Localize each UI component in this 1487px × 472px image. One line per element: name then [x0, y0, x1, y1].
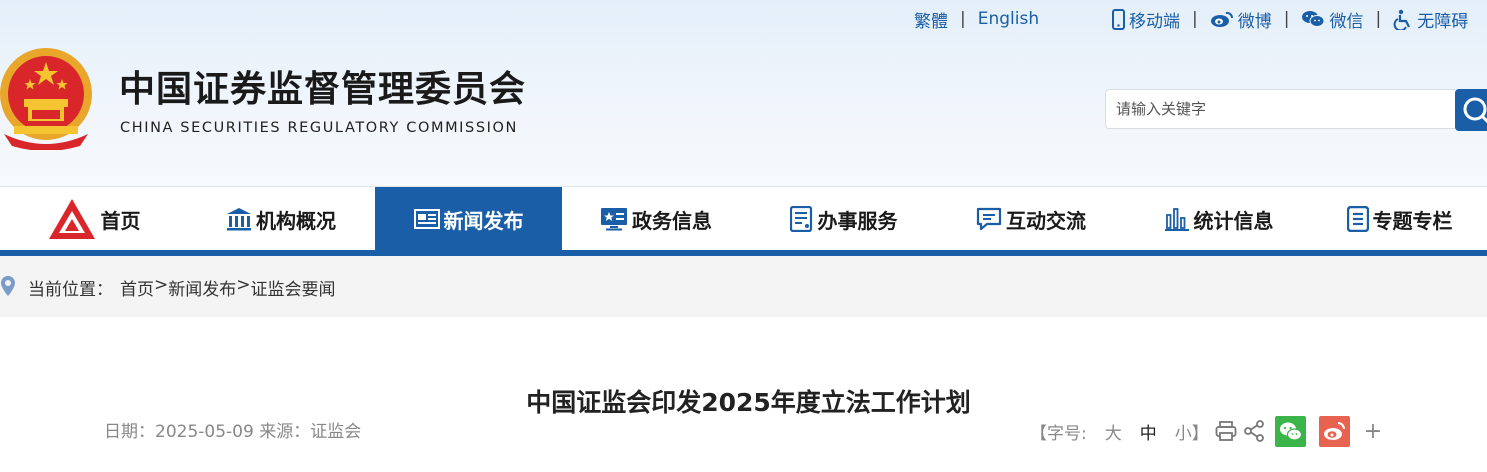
- mobile-label: 移动端: [1129, 11, 1180, 32]
- bar-chart-icon: [1164, 207, 1190, 231]
- breadcrumb-path: 首页 > 新闻发布 > 证监会要闻: [120, 275, 336, 300]
- breadcrumb-separator: >: [236, 275, 251, 295]
- share-weibo-button[interactable]: [1318, 415, 1350, 447]
- accessibility-label: 无障碍: [1417, 11, 1469, 32]
- nav-item-topics[interactable]: 专题专栏: [1312, 187, 1487, 251]
- font-size-open: 【字号:: [1030, 423, 1087, 444]
- breadcrumb: 当前位置： 首页 > 新闻发布 > 证监会要闻: [0, 256, 1487, 317]
- separator: |: [1192, 9, 1198, 29]
- nav-label: 首页: [100, 208, 141, 233]
- newspaper-icon: [413, 208, 440, 230]
- csrc-logo-icon: [47, 197, 97, 241]
- nav-item-gov-info[interactable]: 政务信息: [562, 187, 750, 251]
- nav-item-about[interactable]: 机构概况: [187, 187, 375, 251]
- location-pin-icon: [1, 276, 15, 296]
- weibo-share-icon: [1318, 415, 1350, 447]
- nav-label: 新闻发布: [443, 208, 524, 233]
- search-button[interactable]: [1455, 89, 1487, 131]
- wechat-icon: [1302, 11, 1325, 27]
- breadcrumb-item-news[interactable]: 新闻发布: [168, 275, 236, 300]
- search-icon: [1463, 97, 1487, 124]
- breadcrumb-label: 当前位置：: [28, 280, 113, 300]
- share-button[interactable]: [1243, 420, 1265, 442]
- accessibility-link[interactable]: 无障碍: [1393, 7, 1468, 32]
- print-button[interactable]: [1215, 420, 1237, 442]
- traditional-chinese-link[interactable]: 繁體: [914, 7, 948, 32]
- separator: |: [1283, 9, 1290, 29]
- nav-item-statistics[interactable]: 统计信息: [1125, 187, 1312, 251]
- nav-label: 统计信息: [1193, 208, 1274, 233]
- nav-item-home[interactable]: 首页: [0, 187, 187, 251]
- article-tools: 【字号: 大 中 小 】 +: [1030, 414, 1382, 448]
- mobile-icon: [1112, 8, 1125, 30]
- nav-label: 办事服务: [817, 208, 898, 233]
- nav-label: 互动交流: [1006, 208, 1086, 233]
- font-size-medium[interactable]: 中: [1140, 419, 1157, 444]
- article-date: 2025-05-09: [155, 422, 254, 442]
- site-header: 繁體 | English 移动端 | 微博 | 微信 | 无障碍 中国证券监督管…: [0, 0, 1487, 186]
- building-icon: [226, 207, 252, 231]
- print-icon: [1215, 421, 1237, 441]
- main-nav: 首页 机构概况 新闻发布 政务信息 办事服务 互动交流 统计信息 专题专栏: [0, 186, 1487, 251]
- site-title-cn: 中国证券监督管理委员会: [119, 69, 527, 110]
- breadcrumb-item-home[interactable]: 首页: [120, 275, 154, 300]
- wechat-share-icon: [1274, 415, 1306, 447]
- language-links: 繁體 | English: [914, 6, 1039, 32]
- national-emblem-icon: [0, 48, 92, 150]
- share-wechat-button[interactable]: [1274, 415, 1306, 447]
- article-source: 证监会: [310, 422, 362, 442]
- file-icon: [1346, 206, 1369, 232]
- separator: |: [960, 9, 966, 29]
- share-icon: [1243, 420, 1264, 442]
- site-title-en: CHINA SECURITIES REGULATORY COMMISSION: [120, 120, 518, 136]
- article-meta: 日期：2025-05-09 来源：证监会: [104, 417, 361, 442]
- nav-label: 专题专栏: [1372, 208, 1453, 233]
- share-more-button[interactable]: +: [1364, 419, 1382, 444]
- service-links: 移动端 | 微博 | 微信 | 无障碍: [1112, 6, 1468, 32]
- date-label: 日期：: [104, 422, 155, 442]
- weibo-link[interactable]: 微博: [1210, 7, 1272, 32]
- source-label: 来源：: [259, 422, 311, 442]
- wheelchair-icon: [1393, 9, 1411, 30]
- search-box: [1105, 89, 1487, 131]
- separator: |: [1375, 9, 1382, 29]
- nav-item-interaction[interactable]: 互动交流: [937, 187, 1125, 251]
- weibo-label: 微博: [1237, 11, 1272, 32]
- font-size-large[interactable]: 大: [1105, 419, 1122, 444]
- weibo-icon: [1210, 11, 1233, 27]
- breadcrumb-separator: >: [154, 275, 169, 295]
- font-size-close: 】: [1191, 423, 1209, 444]
- nav-item-news[interactable]: 新闻发布: [375, 187, 562, 251]
- wechat-label: 微信: [1329, 11, 1364, 32]
- monitor-icon: [600, 207, 628, 231]
- mobile-link[interactable]: 移动端: [1112, 7, 1180, 32]
- wechat-link[interactable]: 微信: [1301, 7, 1363, 32]
- search-input[interactable]: [1105, 89, 1455, 129]
- font-size-small[interactable]: 小: [1175, 419, 1192, 444]
- chat-icon: [976, 207, 1002, 231]
- breadcrumb-item-csrc-news[interactable]: 证监会要闻: [251, 275, 336, 300]
- nav-label: 机构概况: [256, 208, 336, 233]
- document-icon: [789, 206, 814, 232]
- nav-label: 政务信息: [632, 208, 712, 233]
- english-link[interactable]: English: [978, 9, 1039, 29]
- nav-item-services[interactable]: 办事服务: [750, 187, 937, 251]
